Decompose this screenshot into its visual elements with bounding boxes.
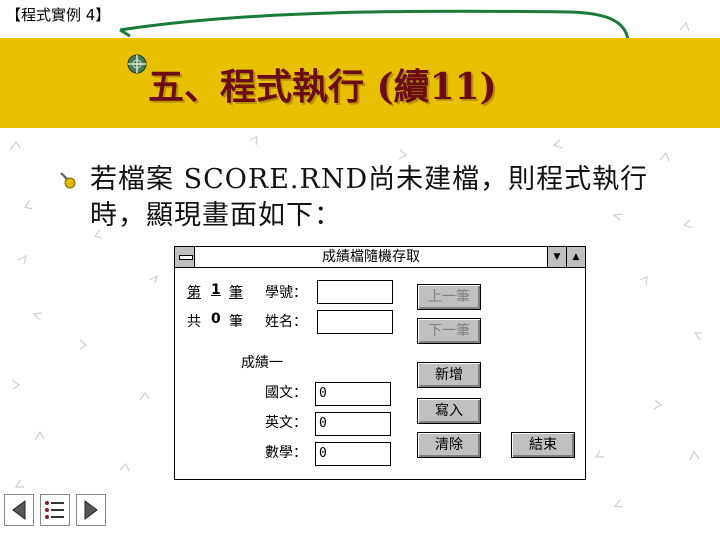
bullet-icon <box>60 172 76 189</box>
scores-group-label: 成績一 <box>241 355 283 371</box>
score-window: 成績檔隨機存取 ▼ ▲ 第 1 筆 共 0 筆 學號： 姓名： 成績一 國文： … <box>174 246 586 480</box>
record-number: 1 <box>211 282 221 298</box>
exit-button[interactable]: 結束 <box>511 432 575 458</box>
triangle-right-icon <box>84 500 98 520</box>
next-record-button[interactable]: 下一筆 <box>417 318 481 344</box>
record-label: 第 <box>187 285 201 301</box>
next-slide-button[interactable] <box>76 494 106 526</box>
student-id-label: 學號： <box>265 285 307 301</box>
minimize-button[interactable]: ▼ <box>547 247 566 267</box>
student-id-field[interactable] <box>317 280 393 304</box>
list-icon <box>45 501 64 519</box>
slide-title: 五、程式執行 (續11) <box>148 66 497 108</box>
maximize-button[interactable]: ▲ <box>566 247 585 267</box>
english-score-field[interactable]: 0 <box>315 412 391 436</box>
total-number: 0 <box>211 311 221 327</box>
total-unit: 筆 <box>229 314 243 330</box>
triangle-left-icon <box>12 500 26 520</box>
window-body: 第 1 筆 共 0 筆 學號： 姓名： 成績一 國文： 0 英文： 0 數學： … <box>175 268 585 479</box>
total-label: 共 <box>187 314 201 330</box>
outline-button[interactable] <box>40 494 70 526</box>
student-name-label: 姓名： <box>265 314 307 330</box>
chinese-score-field[interactable]: 0 <box>315 382 391 406</box>
english-label: 英文： <box>265 415 307 431</box>
slide-tag: 【程式實例 4】 <box>6 6 111 24</box>
student-name-field[interactable] <box>317 310 393 334</box>
record-unit: 筆 <box>229 285 243 301</box>
prev-slide-button[interactable] <box>4 494 34 526</box>
clear-button[interactable]: 清除 <box>417 432 481 458</box>
window-title: 成績檔隨機存取 <box>322 249 420 265</box>
write-button[interactable]: 寫入 <box>417 398 481 424</box>
window-titlebar[interactable]: 成績檔隨機存取 ▼ ▲ <box>175 247 585 268</box>
math-label: 數學： <box>265 445 307 461</box>
system-menu-icon[interactable] <box>175 247 195 267</box>
add-button[interactable]: 新增 <box>417 362 481 388</box>
chinese-label: 國文： <box>265 385 307 401</box>
globe-icon <box>127 54 147 74</box>
math-score-field[interactable]: 0 <box>315 442 391 466</box>
prev-record-button[interactable]: 上一筆 <box>417 284 481 310</box>
bullet-text: 若檔案 SCORE.RND尚未建檔，則程式執行時，顯現畫面如下： <box>90 164 649 231</box>
